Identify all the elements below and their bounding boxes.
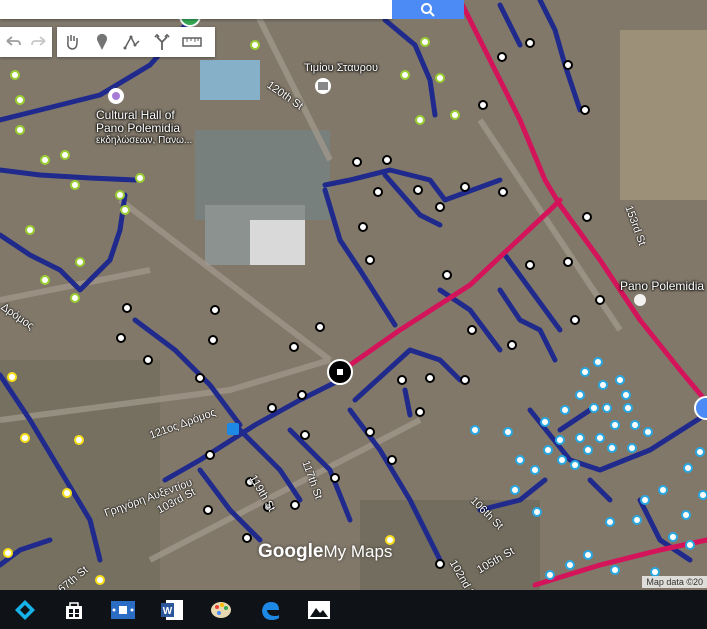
paint-icon xyxy=(210,601,231,618)
taskbar-media-player[interactable] xyxy=(98,590,147,629)
taskbar-paint[interactable] xyxy=(196,590,245,629)
svg-text:W: W xyxy=(162,606,172,617)
taskbar-word[interactable]: W xyxy=(147,590,196,629)
cultural-hall-label-line3: εκδηλώσεων, Πανω... xyxy=(96,135,193,146)
hand-pan-icon xyxy=(67,35,78,50)
undo-button[interactable] xyxy=(0,27,26,57)
google-my-maps-logo: GoogleMy Maps xyxy=(258,541,393,562)
map-tools-toolbar xyxy=(57,27,215,57)
word-icon: W xyxy=(160,599,183,620)
taskbar-kodi[interactable] xyxy=(0,590,49,629)
map-canvas[interactable]: Τιμίου Σταυρου Cultural Hall of Pano Pol… xyxy=(0,0,707,590)
church-label[interactable]: Τιμίου Σταυρου xyxy=(304,62,378,74)
measure-button[interactable] xyxy=(177,27,207,57)
store-icon xyxy=(65,601,82,619)
windows-taskbar: W xyxy=(0,590,707,629)
history-toolbar xyxy=(0,27,52,57)
edge-icon xyxy=(261,601,279,620)
taskbar-edge[interactable] xyxy=(245,590,294,629)
redo-button[interactable] xyxy=(26,27,52,57)
redo-icon xyxy=(31,36,46,46)
cultural-hall-label-line2[interactable]: Pano Polemidia xyxy=(96,121,180,135)
location-marker xyxy=(694,396,707,420)
add-marker-icon xyxy=(97,33,107,50)
map-attribution[interactable]: Map data ©20 xyxy=(642,576,707,588)
directions-icon xyxy=(154,33,170,50)
add-marker-button[interactable] xyxy=(87,27,117,57)
cultural-hall-label-line1[interactable]: Cultural Hall of xyxy=(96,108,175,122)
town-label[interactable]: Pano Polemidia xyxy=(620,279,704,293)
pan-tool-button[interactable] xyxy=(57,27,87,57)
undo-icon xyxy=(6,36,21,46)
search-button[interactable] xyxy=(392,0,464,19)
measure-ruler-icon xyxy=(182,37,202,47)
directions-button[interactable] xyxy=(147,27,177,57)
search-icon xyxy=(421,2,435,17)
kodi-icon xyxy=(14,599,35,620)
taskbar-store[interactable] xyxy=(49,590,98,629)
photos-icon xyxy=(307,600,330,619)
draw-line-icon xyxy=(123,35,140,50)
draw-line-button[interactable] xyxy=(117,27,147,57)
search-input[interactable] xyxy=(0,0,392,19)
taskbar-photos[interactable] xyxy=(294,590,343,629)
media-player-icon xyxy=(110,600,135,619)
map-layer xyxy=(0,0,707,590)
